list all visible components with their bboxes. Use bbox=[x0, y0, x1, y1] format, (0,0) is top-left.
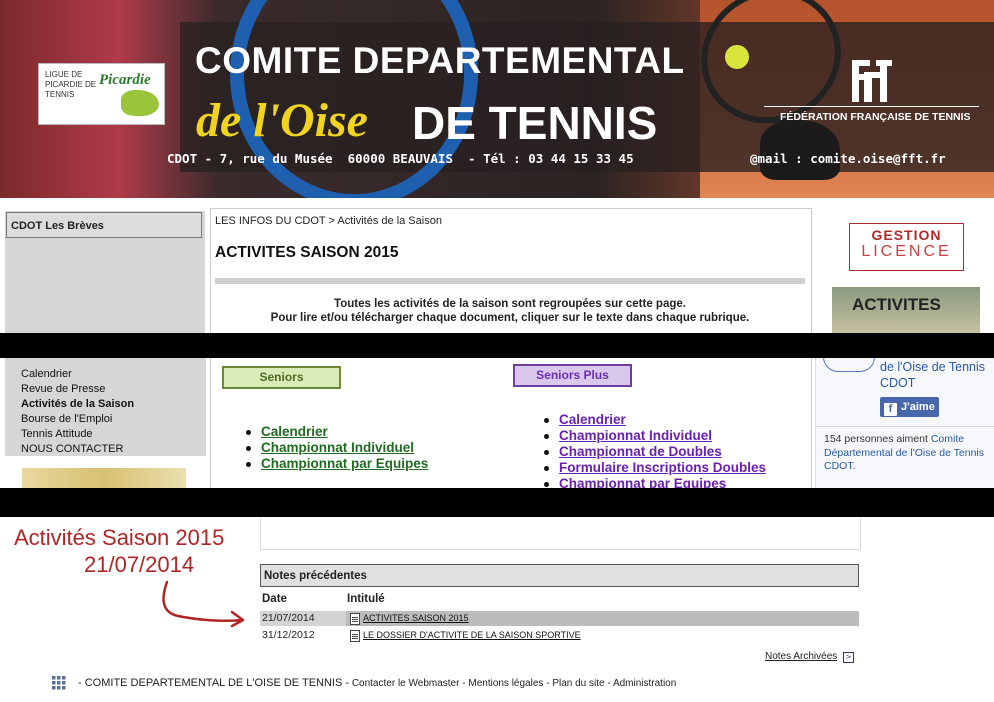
facebook-like-label: J'aime bbox=[901, 401, 935, 413]
column-header-date: Date bbox=[262, 593, 287, 605]
row-title-link[interactable]: LE DOSSIER D'ACTIVITE DE LA SAISON SPORT… bbox=[363, 630, 581, 640]
seniors-plus-links: Calendrier Championnat Individuel Champi… bbox=[544, 412, 766, 492]
arrow-right-icon[interactable]: > bbox=[843, 652, 854, 663]
footer-link-webmaster[interactable]: Contacter le Webmaster bbox=[352, 678, 460, 689]
breadcrumb-root[interactable]: LES INFOS DU CDOT bbox=[215, 215, 325, 227]
list-item: Championnat par Equipes bbox=[246, 456, 428, 472]
menu-item-tennis-attitude[interactable]: Tennis Attitude bbox=[21, 428, 93, 440]
footer-link-mentions[interactable]: Mentions légales bbox=[468, 678, 543, 689]
row-date: 21/07/2014 bbox=[262, 612, 315, 624]
tennis-ball-image bbox=[725, 45, 749, 69]
shoe-image bbox=[760, 120, 840, 180]
footer-sep: - bbox=[607, 678, 611, 689]
banner-email: @mail : comite.oise@fft.fr bbox=[750, 151, 946, 166]
menu-item-activites-saison[interactable]: Activités de la Saison bbox=[21, 398, 134, 410]
seniors-link-calendrier[interactable]: Calendrier bbox=[261, 424, 328, 439]
fft-name: FÉDÉRATION FRANÇAISE DE TENNIS bbox=[780, 111, 971, 123]
list-item: Championnat de Doubles bbox=[544, 444, 766, 460]
footer-link-plan[interactable]: Plan du site bbox=[552, 678, 604, 689]
ligue-picardie-logo[interactable]: LIGUE DE PICARDIE DE TENNIS Picardie bbox=[38, 63, 165, 125]
activites-banner-text: ACTIVITES bbox=[852, 295, 941, 314]
document-icon bbox=[350, 613, 360, 625]
footer-sep: - bbox=[546, 678, 550, 689]
facebook-page-avatar[interactable] bbox=[823, 357, 875, 372]
intro-line-2: Pour lire et/ou télécharger chaque docum… bbox=[270, 312, 750, 324]
list-item: Calendrier bbox=[544, 412, 766, 428]
facebook-like-button[interactable]: f J'aime bbox=[880, 397, 939, 417]
banner-title-script: de l'Oise bbox=[196, 94, 368, 147]
seniors-link-championnat-equipes[interactable]: Championnat par Equipes bbox=[261, 456, 428, 471]
annotation-arrow-icon bbox=[162, 580, 245, 628]
redaction-bar-1 bbox=[0, 333, 994, 358]
seniors-plus-link-calendrier[interactable]: Calendrier bbox=[559, 412, 626, 427]
facebook-like-count: 154 personnes aiment Comite Départementa… bbox=[824, 433, 992, 474]
annotation-line2: 21/07/2014 bbox=[84, 552, 195, 577]
seniors-plus-link-championnat-individuel[interactable]: Championnat Individuel bbox=[559, 428, 712, 443]
footer-link-admin[interactable]: Administration bbox=[613, 678, 676, 689]
list-item: Formulaire Inscriptions Doubles bbox=[544, 460, 766, 476]
logo-text: LIGUE DE PICARDIE DE TENNIS bbox=[45, 70, 97, 99]
fft-logo-icon bbox=[852, 60, 892, 102]
title-separator bbox=[215, 278, 805, 284]
redaction-bar-2 bbox=[0, 488, 994, 517]
intro-text: Toutes les activités de la saison sont r… bbox=[215, 297, 805, 325]
left-sidebar-title[interactable]: CDOT Les Brèves bbox=[6, 212, 202, 238]
gestion-line1: GESTION bbox=[871, 227, 942, 243]
breadcrumb-sep: > bbox=[328, 215, 335, 227]
annotation-line1: Activités Saison 2015 bbox=[14, 525, 225, 550]
facebook-divider bbox=[815, 426, 994, 427]
logo-script: Picardie bbox=[99, 72, 151, 88]
gestion-licence-banner[interactable]: GESTION LICENCE bbox=[849, 223, 964, 271]
page-title: ACTIVITES SAISON 2015 bbox=[215, 244, 399, 261]
document-icon bbox=[350, 630, 360, 642]
facebook-count-text: 154 personnes aiment bbox=[824, 433, 928, 445]
gestion-line2: LICENCE bbox=[861, 243, 952, 260]
picardie-map-icon bbox=[121, 90, 159, 116]
menu-item-nous-contacter[interactable]: NOUS CONTACTER bbox=[21, 443, 123, 455]
content-box-bottom bbox=[260, 517, 861, 550]
facebook-page-name[interactable]: de l'Oise de Tennis CDOT bbox=[880, 359, 990, 391]
seniors-heading: Seniors bbox=[222, 366, 341, 389]
breadcrumb: LES INFOS DU CDOT > Activités de la Sais… bbox=[215, 215, 442, 227]
sidebar-photo[interactable] bbox=[22, 468, 186, 488]
list-item: Calendrier bbox=[246, 424, 428, 440]
fft-divider bbox=[764, 106, 979, 107]
seniors-plus-heading: Seniors Plus bbox=[513, 364, 632, 387]
table-row[interactable]: 31/12/2012 LE DOSSIER D'ACTIVITE DE LA S… bbox=[260, 628, 859, 643]
grid-icon bbox=[52, 676, 66, 690]
seniors-plus-link-formulaire-doubles[interactable]: Formulaire Inscriptions Doubles bbox=[559, 460, 766, 475]
column-header-intitule: Intitulé bbox=[347, 593, 385, 605]
footer-org: - COMITE DEPARTEMENTAL DE L'OISE DE TENN… bbox=[78, 677, 350, 689]
seniors-link-championnat-individuel[interactable]: Championnat Individuel bbox=[261, 440, 414, 455]
banner-address: CDOT - 7, rue du Musée 60000 BEAUVAIS - … bbox=[167, 151, 634, 166]
footer: - COMITE DEPARTEMENTAL DE L'OISE DE TENN… bbox=[78, 677, 676, 689]
banner-title-bold: DE TENNIS bbox=[412, 97, 658, 149]
menu-item-revue-presse[interactable]: Revue de Presse bbox=[21, 383, 105, 395]
breadcrumb-current[interactable]: Activités de la Saison bbox=[337, 215, 442, 227]
seniors-plus-link-championnat-doubles[interactable]: Championnat de Doubles bbox=[559, 444, 722, 459]
row-title-link[interactable]: ACTIVITES SAISON 2015 bbox=[363, 613, 469, 623]
seniors-links: Calendrier Championnat Individuel Champi… bbox=[246, 424, 428, 472]
table-row[interactable]: 21/07/2014 ACTIVITES SAISON 2015 bbox=[260, 611, 859, 626]
menu-item-calendrier[interactable]: Calendrier bbox=[21, 368, 72, 380]
facebook-icon: f bbox=[884, 403, 897, 416]
notes-header: Notes précédentes bbox=[260, 564, 859, 587]
list-item: Championnat Individuel bbox=[246, 440, 428, 456]
archives-link[interactable]: Notes Archivées bbox=[765, 651, 837, 662]
menu-item-bourse-emploi[interactable]: Bourse de l'Emploi bbox=[21, 413, 112, 425]
footer-sep: - bbox=[462, 678, 466, 689]
banner-title-line1: COMITE DEPARTEMENTAL bbox=[195, 40, 685, 81]
row-date: 31/12/2012 bbox=[262, 629, 315, 641]
list-item: Championnat Individuel bbox=[544, 428, 766, 444]
activites-banner[interactable]: ACTIVITES bbox=[832, 287, 980, 333]
intro-line-1: Toutes les activités de la saison sont r… bbox=[334, 298, 686, 310]
